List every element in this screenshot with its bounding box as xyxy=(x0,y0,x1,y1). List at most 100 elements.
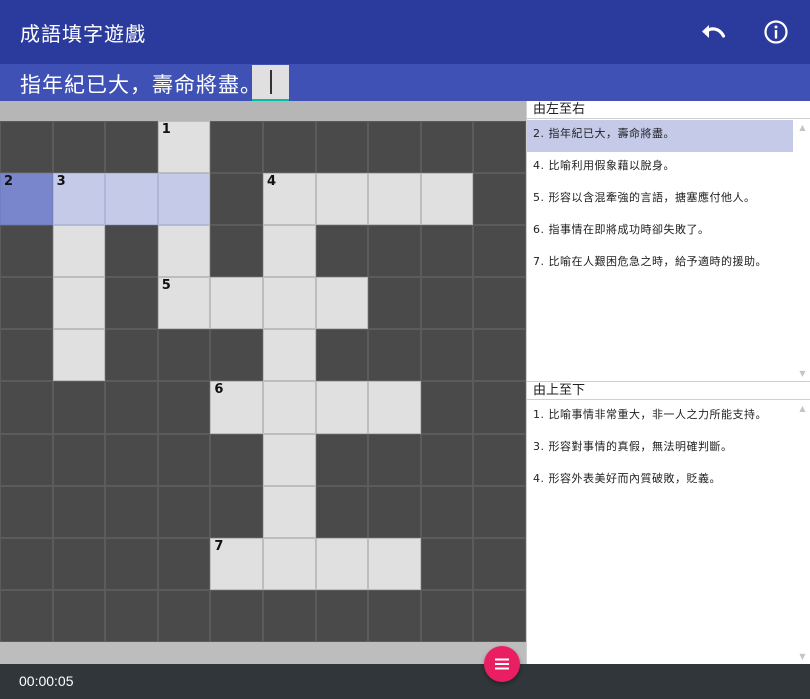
across-clue-item[interactable]: 4. 比喻利用假象藉以脫身。 xyxy=(527,152,793,184)
app-header: 成語填字遊戲 xyxy=(0,0,810,64)
grid-block xyxy=(315,433,369,486)
grid-block xyxy=(473,381,526,434)
down-clue-item[interactable]: 4. 形容外表美好而內質破敗，貶義。 xyxy=(527,465,793,497)
grid-cell[interactable] xyxy=(262,433,316,486)
grid-cell[interactable] xyxy=(368,537,421,590)
grid-cell[interactable] xyxy=(315,537,369,590)
scroll-down-arrow-icon[interactable]: ▼ xyxy=(798,652,807,661)
grid-cell[interactable] xyxy=(368,381,421,434)
grid-block xyxy=(420,485,474,538)
grid-block xyxy=(368,433,421,486)
grid-cell[interactable] xyxy=(157,225,211,278)
undo-button[interactable] xyxy=(697,16,729,48)
grid-block xyxy=(0,537,53,590)
grid-block xyxy=(0,121,53,174)
grid-cell[interactable] xyxy=(315,277,369,330)
menu-button[interactable] xyxy=(484,646,520,682)
crossword-grid: 1 2 3 4 5 6 7 xyxy=(0,121,526,642)
cell-number: 7 xyxy=(214,538,224,554)
grid-cell[interactable] xyxy=(315,173,369,226)
scroll-down-arrow-icon[interactable]: ▼ xyxy=(798,369,807,378)
grid-cell[interactable]: 5 xyxy=(157,277,211,330)
crossword-board: 1 2 3 4 5 6 7 xyxy=(0,101,526,664)
grid-block xyxy=(105,537,158,590)
grid-cell[interactable] xyxy=(262,329,316,382)
across-scrollbar[interactable]: ▲ ▼ xyxy=(794,120,810,381)
down-section: 由上至下 1. 比喻事情非常重大，非一人之力所能支持。 3. 形容對事情的真假，無… xyxy=(527,381,810,664)
grid-block xyxy=(157,433,211,486)
across-clue-item[interactable]: 6. 指事情在即將成功時卻失敗了。 xyxy=(527,216,793,248)
grid-cell[interactable]: 3 xyxy=(52,173,106,226)
down-clue-item[interactable]: 1. 比喻事情非常重大，非一人之力所能支持。 xyxy=(527,401,793,433)
grid-block xyxy=(0,433,53,486)
across-section: 由左至右 2. 指年紀已大，壽命將盡。 4. 比喻利用假象藉以脫身。 5. 形容以含… xyxy=(527,101,810,381)
grid-cell[interactable]: 6 xyxy=(210,381,263,434)
grid-block xyxy=(210,121,263,174)
grid-block xyxy=(368,485,421,538)
grid-cell[interactable] xyxy=(262,225,316,278)
down-clue-list: 1. 比喻事情非常重大，非一人之力所能支持。 3. 形容對事情的真假，無法明確判斷… xyxy=(527,401,793,664)
grid-block xyxy=(105,381,158,434)
grid-block xyxy=(210,329,263,382)
board-top-strip xyxy=(0,101,526,121)
grid-block xyxy=(420,121,474,174)
grid-cell[interactable] xyxy=(262,485,316,538)
grid-block xyxy=(420,433,474,486)
across-clue-item[interactable]: 2. 指年紀已大，壽命將盡。 xyxy=(527,120,793,152)
grid-block xyxy=(105,329,158,382)
current-clue-text: 指年紀已大，壽命將盡。 xyxy=(20,73,262,97)
menu-icon xyxy=(495,658,509,670)
grid-block xyxy=(315,225,369,278)
grid-block xyxy=(368,277,421,330)
answer-input[interactable] xyxy=(252,65,289,101)
down-scrollbar[interactable]: ▲ ▼ xyxy=(794,401,810,664)
grid-block xyxy=(210,433,263,486)
across-heading: 由左至右 xyxy=(527,101,810,119)
grid-cell[interactable] xyxy=(157,173,211,226)
crossword-app: 成語填字遊戲 指年紀已大，壽命將盡。 1234567 由左至右 2. 指年紀已大 xyxy=(0,0,810,699)
grid-cell[interactable]: 4 xyxy=(262,173,316,226)
grid-cell[interactable] xyxy=(262,537,316,590)
grid-block xyxy=(368,225,421,278)
grid-block xyxy=(368,121,421,174)
down-clue-item[interactable]: 3. 形容對事情的真假，無法明確判斷。 xyxy=(527,433,793,465)
grid-cell[interactable] xyxy=(262,277,316,330)
grid-cell[interactable] xyxy=(420,173,474,226)
grid-cell[interactable] xyxy=(52,329,106,382)
grid-cell[interactable] xyxy=(105,173,158,226)
scroll-up-arrow-icon[interactable]: ▲ xyxy=(798,123,807,132)
grid-block xyxy=(315,121,369,174)
grid-block xyxy=(157,485,211,538)
info-button[interactable] xyxy=(760,16,792,48)
grid-block xyxy=(52,121,106,174)
scroll-up-arrow-icon[interactable]: ▲ xyxy=(798,404,807,413)
grid-block xyxy=(420,589,474,642)
app-title: 成語填字遊戲 xyxy=(20,22,146,46)
grid-block xyxy=(420,537,474,590)
game-timer: 00:00:05 xyxy=(19,673,74,689)
across-clue-item[interactable]: 5. 形容以含混牽強的言語，搪塞應付他人。 xyxy=(527,184,793,216)
grid-cell[interactable] xyxy=(52,225,106,278)
grid-block xyxy=(52,381,106,434)
grid-block xyxy=(52,433,106,486)
grid-block xyxy=(105,121,158,174)
grid-cell[interactable]: 7 xyxy=(210,537,263,590)
grid-block xyxy=(210,173,263,226)
across-clue-list: 2. 指年紀已大，壽命將盡。 4. 比喻利用假象藉以脫身。 5. 形容以含混牽強的言… xyxy=(527,120,793,381)
grid-cell[interactable]: 1 xyxy=(157,121,211,174)
across-clue-item[interactable]: 7. 比喻在人艱困危急之時，給予適時的援助。 xyxy=(527,248,793,280)
current-clue-banner: 指年紀已大，壽命將盡。 xyxy=(0,64,810,101)
grid-block xyxy=(105,225,158,278)
grid-block xyxy=(473,537,526,590)
grid-cell[interactable] xyxy=(210,277,263,330)
grid-cell[interactable] xyxy=(52,277,106,330)
grid-cell[interactable] xyxy=(368,173,421,226)
cell-number: 1 xyxy=(161,122,171,137)
grid-cell[interactable] xyxy=(315,381,369,434)
grid-block xyxy=(473,173,526,226)
grid-cell[interactable]: 2 xyxy=(0,173,53,226)
cell-number: 2 xyxy=(4,174,14,190)
grid-cell[interactable] xyxy=(262,381,316,434)
grid-block xyxy=(473,589,526,642)
grid-block xyxy=(262,589,316,642)
